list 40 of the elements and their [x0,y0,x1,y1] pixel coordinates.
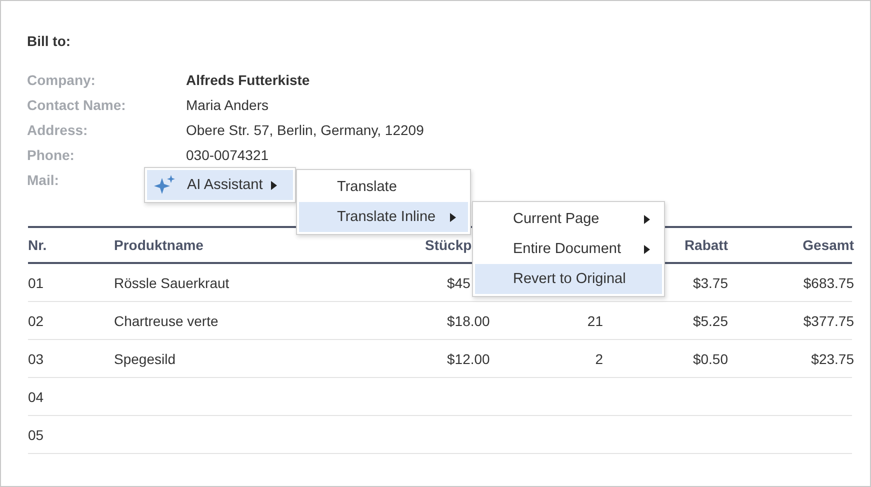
field-label: Mail: [27,172,59,188]
menu-item[interactable]: Current Page [475,204,662,234]
table-cell: 2 [595,350,603,366]
field-value: Maria Anders [186,96,268,112]
table-cell: $3.75 [692,274,728,290]
field-value: Obere Str. 57, Berlin, Germany, 12209 [186,122,424,138]
menu-item[interactable]: Entire Document [475,234,662,264]
field-label: Address: [27,122,88,138]
table-cell: $12.00 [447,350,490,366]
menu-item[interactable]: Revert to Original [475,264,662,294]
column-header: Gesamt [802,237,854,253]
section-heading: Bill to: [27,33,71,49]
column-header: Nr. [28,237,47,253]
table-cell: $0.50 [692,350,728,366]
menu-item[interactable]: Translate [299,172,468,202]
field-label: Contact Name: [27,96,126,112]
table-cell: $683.75 [803,274,854,290]
table-cell: $5.25 [692,312,728,328]
menu-item[interactable]: Translate Inline [299,202,468,232]
table-cell: 21 [587,312,603,328]
field-label: Company: [27,72,96,88]
column-header: Stückp [425,237,472,253]
field-value: 030-0074321 [186,146,269,162]
table-cell: Spegesild [114,350,176,366]
table-cell: 02 [28,312,44,328]
table-cell: 04 [28,388,44,404]
table-cell: $18.00 [447,312,490,328]
table-cell: $45 [447,274,470,290]
field-label: Phone: [27,146,74,162]
menu-item[interactable]: AI Assistant [147,170,293,200]
column-header: Rabatt [684,237,728,253]
table-cell: $377.75 [803,312,854,328]
table-cell: Chartreuse verte [114,312,218,328]
table-cell: 05 [28,426,44,442]
column-header: Produktname [114,237,204,253]
table-cell: $23.75 [811,350,854,366]
table-cell: 03 [28,350,44,366]
table-cell: Rössle Sauerkraut [114,274,230,290]
table-cell: 01 [28,274,44,290]
field-value: Alfreds Futterkiste [186,72,310,88]
